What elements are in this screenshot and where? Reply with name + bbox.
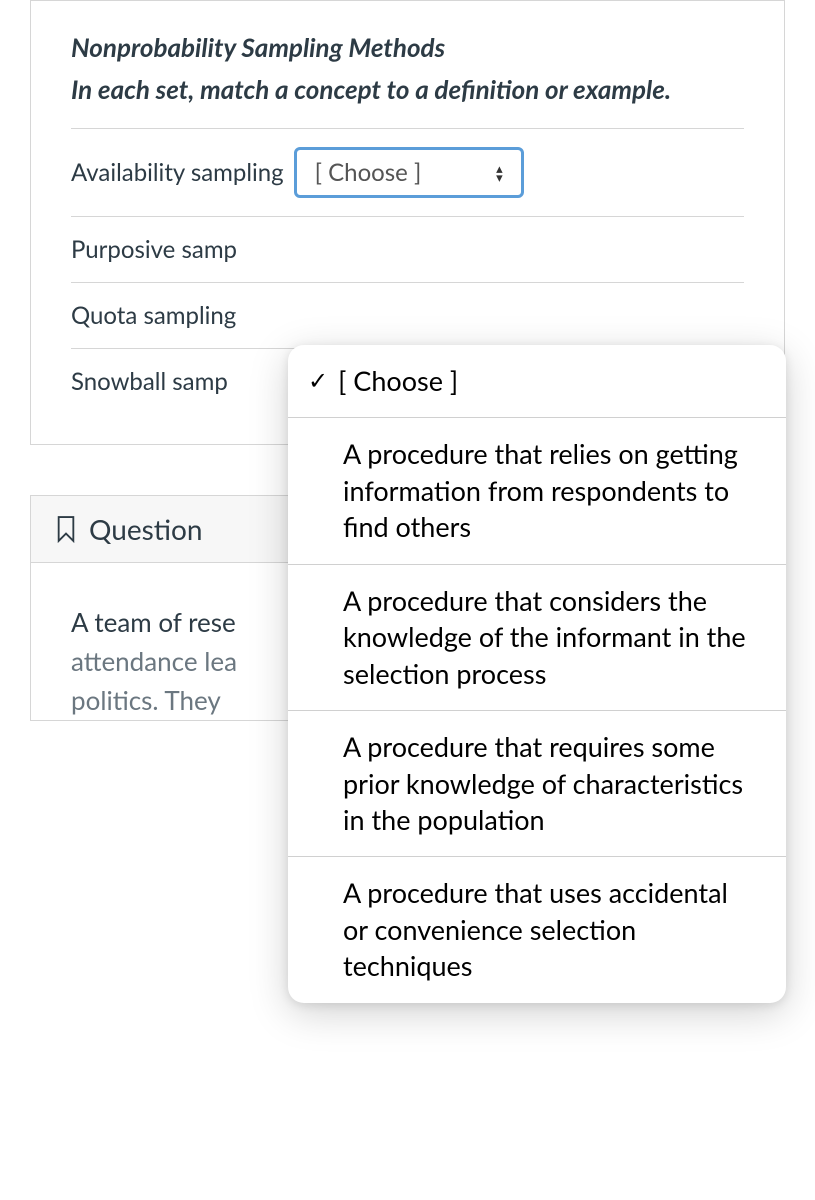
dropdown-option-0[interactable]: A procedure that relies on getting infor…: [288, 418, 786, 564]
check-icon: ✓: [308, 365, 328, 397]
dropdown-option-label: A procedure that uses accidental or conv…: [343, 876, 728, 982]
match-label: Availability sampling: [71, 158, 284, 187]
match-row-availability: Availability sampling [ Choose ] ▴▾: [71, 128, 744, 216]
dropdown-option-placeholder[interactable]: ✓ [ Choose ]: [288, 345, 786, 418]
select-wrapper: [ Choose ] ▴▾: [294, 147, 524, 198]
dropdown-option-2[interactable]: A procedure that requires some prior kno…: [288, 711, 786, 857]
dropdown-option-label: [ Choose ]: [338, 363, 458, 399]
bookmark-icon[interactable]: [55, 515, 77, 543]
dropdown-option-1[interactable]: A procedure that considers the knowledge…: [288, 565, 786, 711]
dropdown-option-label: A procedure that relies on getting infor…: [343, 437, 738, 543]
question-title: Nonprobability Sampling Methods: [71, 29, 744, 67]
match-row-purposive: Purposive samp: [71, 216, 744, 282]
select-value: [ Choose ]: [315, 158, 422, 187]
match-row-quota: Quota sampling: [71, 282, 744, 348]
dropdown-option-3[interactable]: A procedure that uses accidental or conv…: [288, 857, 786, 1002]
question-header: Nonprobability Sampling Methods In each …: [31, 1, 784, 128]
dropdown-option-label: A procedure that requires some prior kno…: [343, 730, 743, 836]
chevron-up-down-icon: ▴▾: [496, 164, 503, 182]
dropdown-menu[interactable]: ✓ [ Choose ] A procedure that relies on …: [288, 345, 786, 1003]
select-availability[interactable]: [ Choose ] ▴▾: [294, 147, 524, 198]
match-label: Purposive samp: [71, 235, 237, 264]
match-label: Snowball samp: [71, 367, 228, 396]
match-label: Quota sampling: [71, 301, 236, 330]
next-question-title: Question: [89, 512, 202, 546]
question-instruction: In each set, match a concept to a defini…: [71, 71, 744, 109]
dropdown-option-label: A procedure that considers the knowledge…: [343, 584, 746, 690]
